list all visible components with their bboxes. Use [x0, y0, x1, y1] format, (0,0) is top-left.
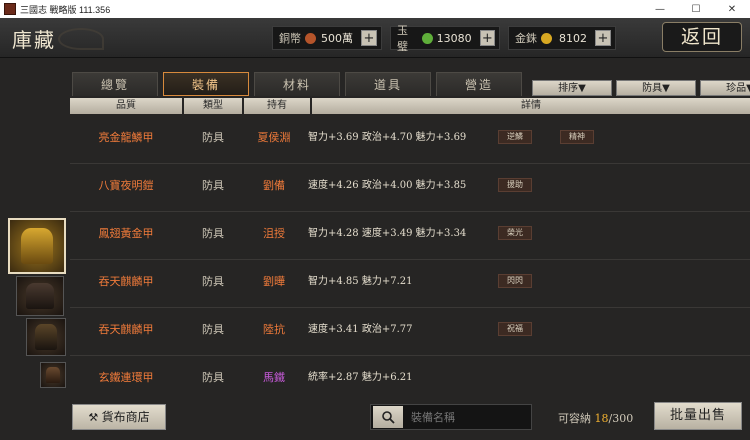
add-jade-button[interactable]: +: [479, 30, 495, 46]
column-quality[interactable]: 品質: [70, 98, 182, 114]
item-tag: 榮光: [498, 226, 532, 240]
item-holder: 劉曄: [263, 275, 285, 288]
item-detail: 智力+4.85 魅力+7.21: [308, 276, 413, 287]
search-box: [370, 404, 532, 430]
currency-value: 500萬: [321, 32, 353, 45]
currency-label: 金銖: [515, 32, 537, 45]
filter-bar: 排序▼ 防具▼ 珍品▼: [532, 80, 750, 96]
capacity-current: 18: [594, 412, 609, 425]
table-row[interactable]: 玄鐵連環甲 防具 馬鐵 統率+2.87 魅力+6.21: [70, 356, 750, 404]
tab-equipment[interactable]: 裝備: [163, 72, 249, 96]
gold-coin-icon: [541, 32, 552, 44]
capacity-label: 可容納: [558, 412, 591, 425]
table-header: 品質 類型 持有 詳情: [70, 98, 750, 114]
currency-label: 玉璧: [397, 24, 408, 53]
table-row[interactable]: 吞天麒麟甲 防具 劉曄 智力+4.85 魅力+7.21 閃閃: [70, 260, 750, 308]
add-copper-button[interactable]: +: [361, 30, 377, 46]
currency-value: 8102: [559, 31, 587, 45]
tab-overview[interactable]: 總覽: [72, 72, 158, 96]
item-detail: 智力+4.28 速度+3.49 魅力+3.34: [308, 228, 467, 239]
close-button[interactable]: ✕: [714, 0, 750, 18]
shop-label: 貨布商店: [101, 410, 150, 424]
inventory-panel: 總覽 裝備 材料 道具 營造 排序▼ 防具▼ 珍品▼ 品質 類型 持有 詳情 亮…: [0, 58, 750, 440]
capacity-indicator: 可容納 18/300: [558, 410, 633, 426]
add-gold-button[interactable]: +: [595, 30, 611, 46]
column-holder[interactable]: 持有: [244, 98, 310, 114]
item-name: 亮金龍鱗甲: [98, 131, 154, 144]
maximize-button[interactable]: ☐: [678, 0, 714, 18]
item-detail: 智力+3.69 政治+4.70 魅力+3.69: [308, 132, 467, 143]
item-type: 防具: [202, 227, 224, 240]
item-name: 玄鐵連環甲: [98, 371, 154, 384]
item-holder: 馬鐵: [263, 371, 285, 384]
item-holder: 陸抗: [263, 323, 285, 336]
copper-coin-icon: [305, 32, 316, 44]
search-button[interactable]: [373, 406, 403, 428]
currency-jade: 玉璧 13080 +: [390, 24, 500, 53]
item-name: 吞天麒麟甲: [98, 275, 154, 288]
item-holder: 劉備: [263, 179, 285, 192]
armor-icon: [20, 227, 54, 265]
armor-icon: [26, 282, 54, 310]
page-title: 庫藏: [12, 28, 56, 52]
sort-dropdown[interactable]: 排序▼: [532, 80, 612, 96]
item-holder: 夏侯淵: [257, 131, 291, 144]
hammer-icon: ⚒: [88, 411, 102, 424]
search-input[interactable]: [411, 410, 521, 424]
item-type: 防具: [202, 131, 224, 144]
item-tag: 援助: [498, 178, 532, 192]
search-icon: [382, 411, 395, 424]
item-type: 防具: [202, 371, 224, 384]
window-titlebar: 三國志 戰略版 111.356 — ☐ ✕: [0, 0, 750, 18]
item-name: 鳳翅黃金甲: [98, 227, 154, 240]
table-row[interactable]: 鳳翅黃金甲 防具 沮授 智力+4.28 速度+3.49 魅力+3.34 榮光: [70, 212, 750, 260]
header-bar: 庫藏 銅幣 500萬 + 玉璧 13080 + 金銖 8102 + 返回: [0, 18, 750, 58]
armor-icon: [34, 324, 58, 350]
item-detail: 速度+3.41 政治+7.77: [308, 324, 413, 335]
currency-gold: 金銖 8102 +: [508, 26, 616, 50]
category-tabs: 總覽 裝備 材料 道具 營造: [72, 72, 527, 96]
item-holder: 沮授: [263, 227, 285, 240]
table-row[interactable]: 吞天麒麟甲 防具 陸抗 速度+3.41 政治+7.77 祝福: [70, 308, 750, 356]
capacity-max: /300: [608, 412, 634, 425]
decor-swirl-icon: [58, 28, 104, 50]
tab-items[interactable]: 道具: [345, 72, 431, 96]
back-button[interactable]: 返回: [662, 22, 742, 52]
minimize-button[interactable]: —: [642, 0, 678, 18]
item-detail: 統率+2.87 魅力+6.21: [308, 372, 413, 383]
column-type[interactable]: 類型: [184, 98, 242, 114]
item-name: 八寶夜明鎧: [98, 179, 154, 192]
item-tag: 閃閃: [498, 274, 532, 288]
armor-icon: [45, 366, 61, 384]
armor-thumbnail[interactable]: [40, 362, 66, 388]
selected-armor-thumbnail[interactable]: [8, 218, 66, 274]
armor-thumbnail[interactable]: [16, 276, 64, 316]
tab-construction[interactable]: 營造: [436, 72, 522, 96]
item-tag: 精神: [560, 130, 594, 144]
item-type: 防具: [202, 323, 224, 336]
rarity-filter-dropdown[interactable]: 珍品▼: [700, 80, 750, 96]
armor-thumbnail[interactable]: [26, 318, 66, 356]
item-type: 防具: [202, 179, 224, 192]
currency-label: 銅幣: [279, 32, 301, 45]
app-icon: [4, 3, 16, 15]
currency-value: 13080: [436, 31, 472, 45]
bulk-sell-button[interactable]: 批量出售: [654, 402, 742, 430]
currency-copper: 銅幣 500萬 +: [272, 26, 382, 50]
shop-button[interactable]: ⚒ 貨布商店: [72, 404, 166, 430]
tab-materials[interactable]: 材料: [254, 72, 340, 96]
window-title: 三國志 戰略版 111.356: [20, 4, 111, 15]
column-detail: 詳情: [312, 98, 750, 114]
jade-coin-icon: [422, 32, 433, 44]
armor-filter-dropdown[interactable]: 防具▼: [616, 80, 696, 96]
item-tag: 逆鱗: [498, 130, 532, 144]
item-type: 防具: [202, 275, 224, 288]
item-name: 吞天麒麟甲: [98, 323, 154, 336]
table-row[interactable]: 亮金龍鱗甲 防具 夏侯淵 智力+3.69 政治+4.70 魅力+3.69 逆鱗 …: [70, 116, 750, 164]
item-tag: 祝福: [498, 322, 532, 336]
table-row[interactable]: 八寶夜明鎧 防具 劉備 速度+4.26 政治+4.00 魅力+3.85 援助: [70, 164, 750, 212]
equipment-list: 亮金龍鱗甲 防具 夏侯淵 智力+3.69 政治+4.70 魅力+3.69 逆鱗 …: [70, 116, 750, 404]
item-detail: 速度+4.26 政治+4.00 魅力+3.85: [308, 180, 467, 191]
